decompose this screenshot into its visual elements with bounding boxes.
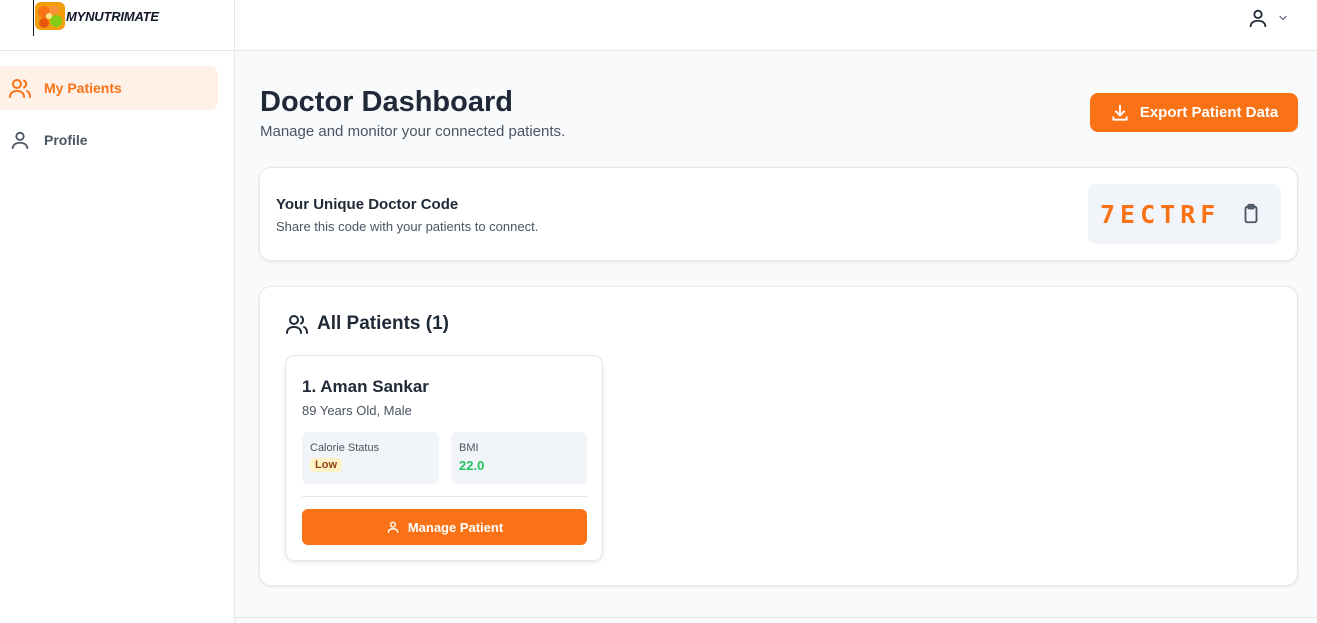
bmi-value: 22.0 bbox=[459, 458, 485, 473]
sidebar-item-label: My Patients bbox=[44, 80, 122, 96]
user-icon bbox=[1249, 9, 1267, 28]
sidebar-item-profile[interactable]: Profile bbox=[0, 118, 218, 162]
patient-name: 1. Aman Sankar bbox=[302, 377, 429, 396]
manage-patient-button[interactable]: Manage Patient bbox=[302, 509, 587, 545]
nutrition-logo-icon bbox=[35, 2, 65, 30]
patients-title: All Patients (1) bbox=[317, 313, 449, 334]
sidebar-item-my-patients[interactable]: My Patients bbox=[0, 66, 218, 110]
chevron-down-icon bbox=[1279, 15, 1287, 21]
download-icon bbox=[1112, 104, 1128, 121]
doctor-code-value: 7ECTRF bbox=[1100, 200, 1221, 229]
calorie-status-badge: Low bbox=[310, 458, 342, 472]
clipboard-icon[interactable] bbox=[1240, 203, 1262, 225]
export-patient-data-button[interactable]: Export Patient Data bbox=[1090, 93, 1298, 132]
brand-name: MYNUTRIMATE bbox=[66, 9, 159, 24]
doctor-code-box: 7ECTRF bbox=[1088, 184, 1281, 244]
doctor-code-description: Share this code with your patients to co… bbox=[276, 219, 539, 234]
sidebar-item-label: Profile bbox=[44, 132, 88, 148]
user-icon bbox=[8, 128, 32, 152]
doctor-code-card: Your Unique Doctor Code Share this code … bbox=[259, 167, 1298, 261]
page-title: Doctor Dashboard bbox=[260, 86, 513, 118]
patient-meta: 89 Years Old, Male bbox=[302, 403, 412, 418]
user-menu[interactable] bbox=[1247, 7, 1289, 29]
sidebar: My Patients Profile bbox=[0, 51, 235, 623]
brand[interactable]: MYNUTRIMATE bbox=[0, 0, 235, 51]
calorie-status-label: Calorie Status bbox=[310, 442, 380, 454]
main-bottom-divider bbox=[235, 617, 1317, 618]
patient-card: 1. Aman Sankar 89 Years Old, Male Calori… bbox=[285, 355, 603, 561]
patients-header: All Patients (1) bbox=[285, 312, 449, 336]
manage-patient-label: Manage Patient bbox=[407, 519, 504, 535]
top-bar: MYNUTRIMATE bbox=[0, 0, 1317, 51]
user-icon bbox=[387, 521, 399, 533]
bmi-label: BMI bbox=[459, 442, 479, 454]
doctor-code-title: Your Unique Doctor Code bbox=[276, 196, 459, 213]
export-button-label: Export Patient Data bbox=[1139, 104, 1279, 121]
bmi-box: BMI 22.0 bbox=[451, 432, 587, 484]
calorie-status-box: Calorie Status Low bbox=[302, 432, 439, 484]
users-icon bbox=[8, 76, 32, 100]
users-icon bbox=[286, 315, 308, 334]
all-patients-card: All Patients (1) 1. Aman Sankar 89 Years… bbox=[259, 286, 1298, 586]
page-subtitle: Manage and monitor your connected patien… bbox=[260, 123, 566, 140]
patient-card-divider bbox=[302, 496, 587, 497]
